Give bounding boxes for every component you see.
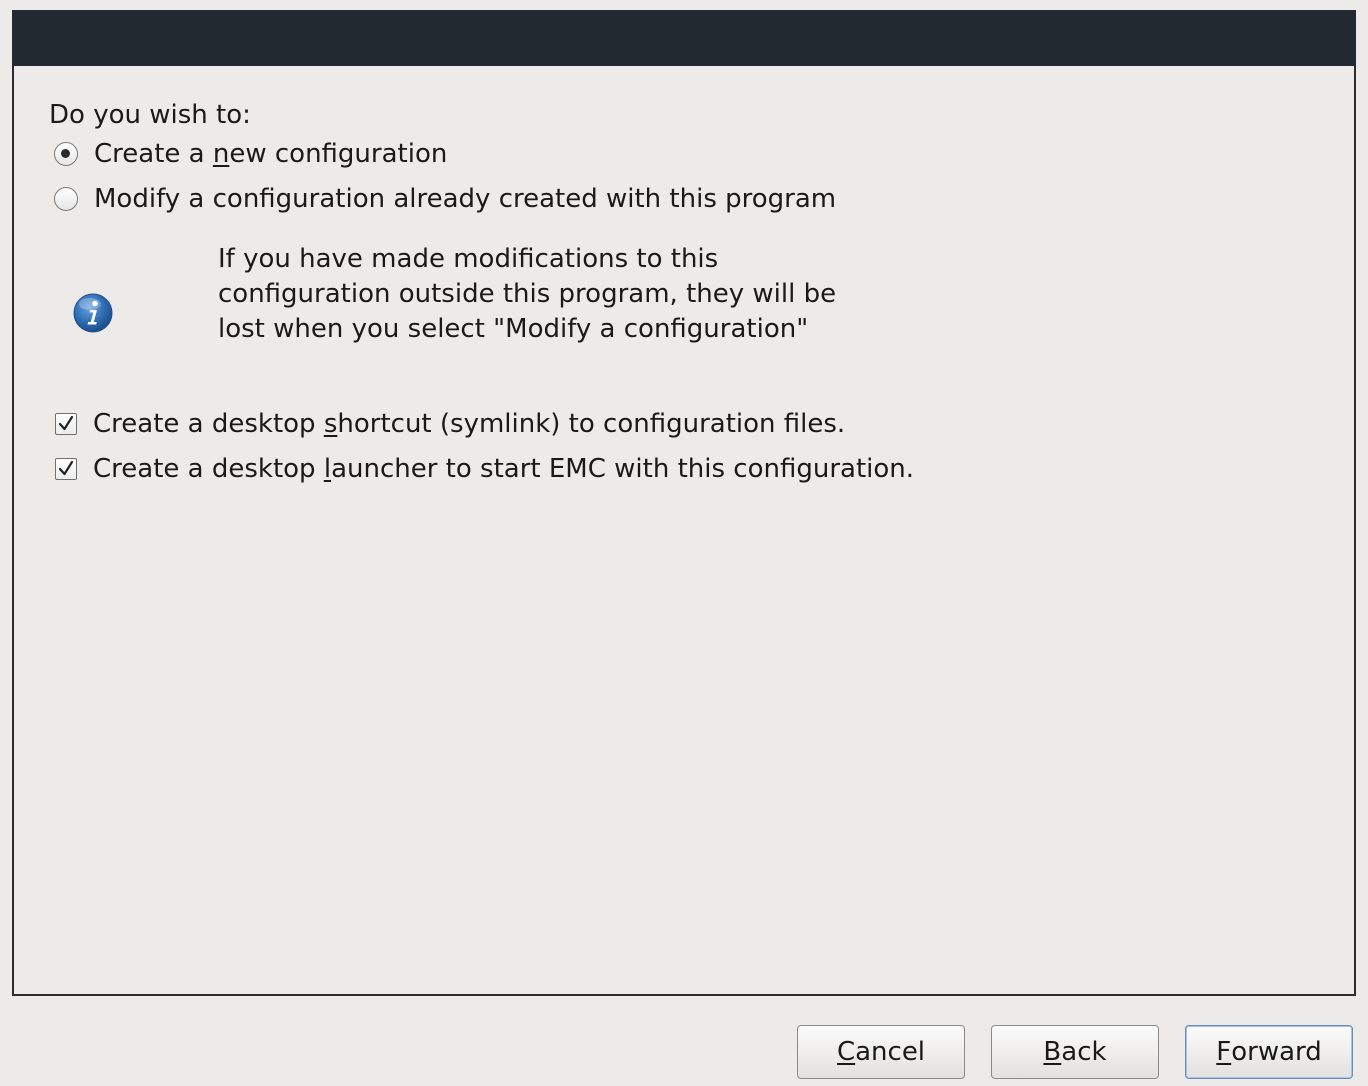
check-mark-icon: [58, 460, 74, 476]
checkbox-checked[interactable]: [55, 413, 77, 435]
radio-button-unselected[interactable]: [54, 187, 78, 211]
checkbox-desktop-shortcut-label: Create a desktop shortcut (symlink) to c…: [93, 409, 846, 439]
info-message: If you have made modifications to this c…: [218, 244, 837, 344]
question-label: Do you wish to:: [49, 100, 251, 130]
radio-create-new-configuration[interactable]: Create a new configuration: [54, 136, 447, 172]
cancel-button[interactable]: Cancel: [797, 1025, 965, 1079]
radio-button-selected[interactable]: [54, 142, 78, 166]
header-bar: [12, 10, 1356, 66]
forward-button[interactable]: Forward: [1185, 1025, 1353, 1079]
info-icon: [73, 293, 113, 333]
checkbox-desktop-launcher-label: Create a desktop launcher to start EMC w…: [93, 454, 915, 484]
back-button[interactable]: Back: [991, 1025, 1159, 1079]
wizard-window: Do you wish to: Create a new configurati…: [0, 0, 1368, 1086]
radio-modify-label: Modify a configuration already created w…: [94, 184, 837, 214]
check-mark-icon: [58, 415, 74, 431]
content-frame: Do you wish to: Create a new configurati…: [12, 66, 1356, 996]
checkbox-checked[interactable]: [55, 458, 77, 480]
radio-create-new-label: Create a new configuration: [94, 139, 448, 169]
checkbox-desktop-launcher[interactable]: Create a desktop launcher to start EMC w…: [54, 451, 914, 487]
radio-modify-configuration[interactable]: Modify a configuration already created w…: [54, 181, 836, 217]
checkbox-desktop-shortcut[interactable]: Create a desktop shortcut (symlink) to c…: [54, 406, 845, 442]
